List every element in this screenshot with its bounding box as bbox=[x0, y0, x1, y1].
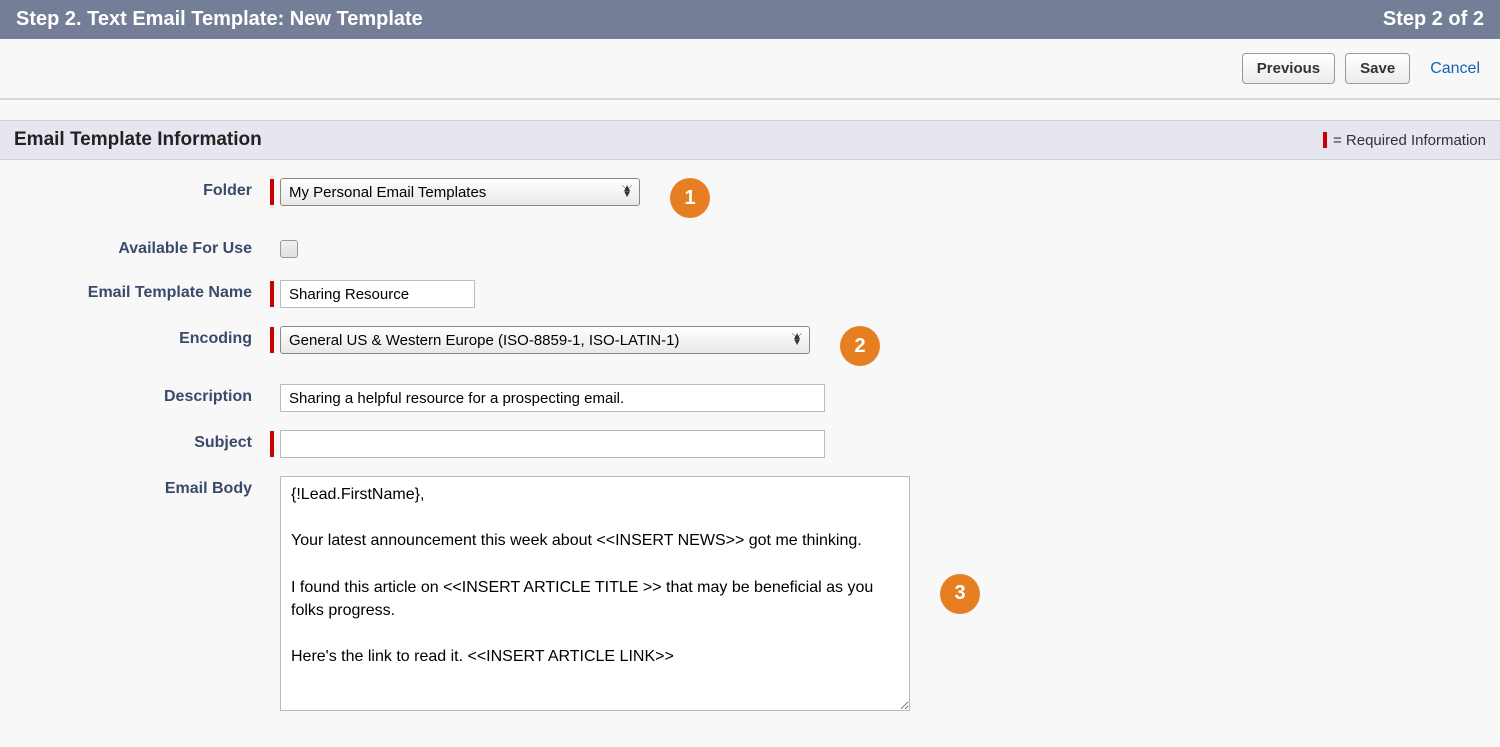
section-header: Email Template Information = Required In… bbox=[0, 120, 1500, 160]
subject-input[interactable] bbox=[280, 430, 825, 458]
section-title: Email Template Information bbox=[14, 129, 262, 151]
label-subject: Subject bbox=[0, 430, 270, 452]
available-checkbox[interactable] bbox=[280, 240, 298, 258]
email-body-textarea[interactable] bbox=[280, 476, 910, 711]
step-header: Step 2. Text Email Template: New Templat… bbox=[0, 0, 1500, 39]
row-body: Email Body 3 bbox=[0, 476, 1500, 711]
form-area: Folder My Personal Email Templates ▲▼ 1 … bbox=[0, 160, 1500, 747]
row-name: Email Template Name bbox=[0, 280, 1500, 308]
callout-1: 1 bbox=[670, 178, 710, 218]
required-marker bbox=[270, 179, 274, 205]
required-bar-icon bbox=[1323, 132, 1327, 148]
callout-3: 3 bbox=[940, 574, 980, 614]
step-indicator: Step 2 of 2 bbox=[1383, 8, 1484, 31]
encoding-select[interactable]: General US & Western Europe (ISO-8859-1,… bbox=[280, 326, 810, 354]
label-available: Available For Use bbox=[0, 236, 270, 258]
previous-button[interactable]: Previous bbox=[1242, 53, 1335, 84]
row-subject: Subject bbox=[0, 430, 1500, 458]
callout-2: 2 bbox=[840, 326, 880, 366]
cancel-link[interactable]: Cancel bbox=[1430, 60, 1480, 78]
template-name-input[interactable] bbox=[280, 280, 475, 308]
row-encoding: Encoding General US & Western Europe (IS… bbox=[0, 326, 1500, 366]
label-encoding: Encoding bbox=[0, 326, 270, 348]
required-note-text: = Required Information bbox=[1333, 132, 1486, 149]
row-folder: Folder My Personal Email Templates ▲▼ 1 bbox=[0, 178, 1500, 218]
required-marker bbox=[270, 431, 274, 457]
required-marker bbox=[270, 281, 274, 307]
row-description: Description bbox=[0, 384, 1500, 412]
action-button-row: Previous Save Cancel bbox=[0, 39, 1500, 100]
label-body: Email Body bbox=[0, 476, 270, 498]
label-description: Description bbox=[0, 384, 270, 406]
row-available: Available For Use bbox=[0, 236, 1500, 262]
required-info-note: = Required Information bbox=[1323, 132, 1486, 149]
folder-select[interactable]: My Personal Email Templates bbox=[280, 178, 640, 206]
step-title: Step 2. Text Email Template: New Templat… bbox=[16, 8, 423, 31]
required-marker bbox=[270, 327, 274, 353]
description-input[interactable] bbox=[280, 384, 825, 412]
label-folder: Folder bbox=[0, 178, 270, 200]
label-name: Email Template Name bbox=[0, 280, 270, 302]
save-button[interactable]: Save bbox=[1345, 53, 1410, 84]
